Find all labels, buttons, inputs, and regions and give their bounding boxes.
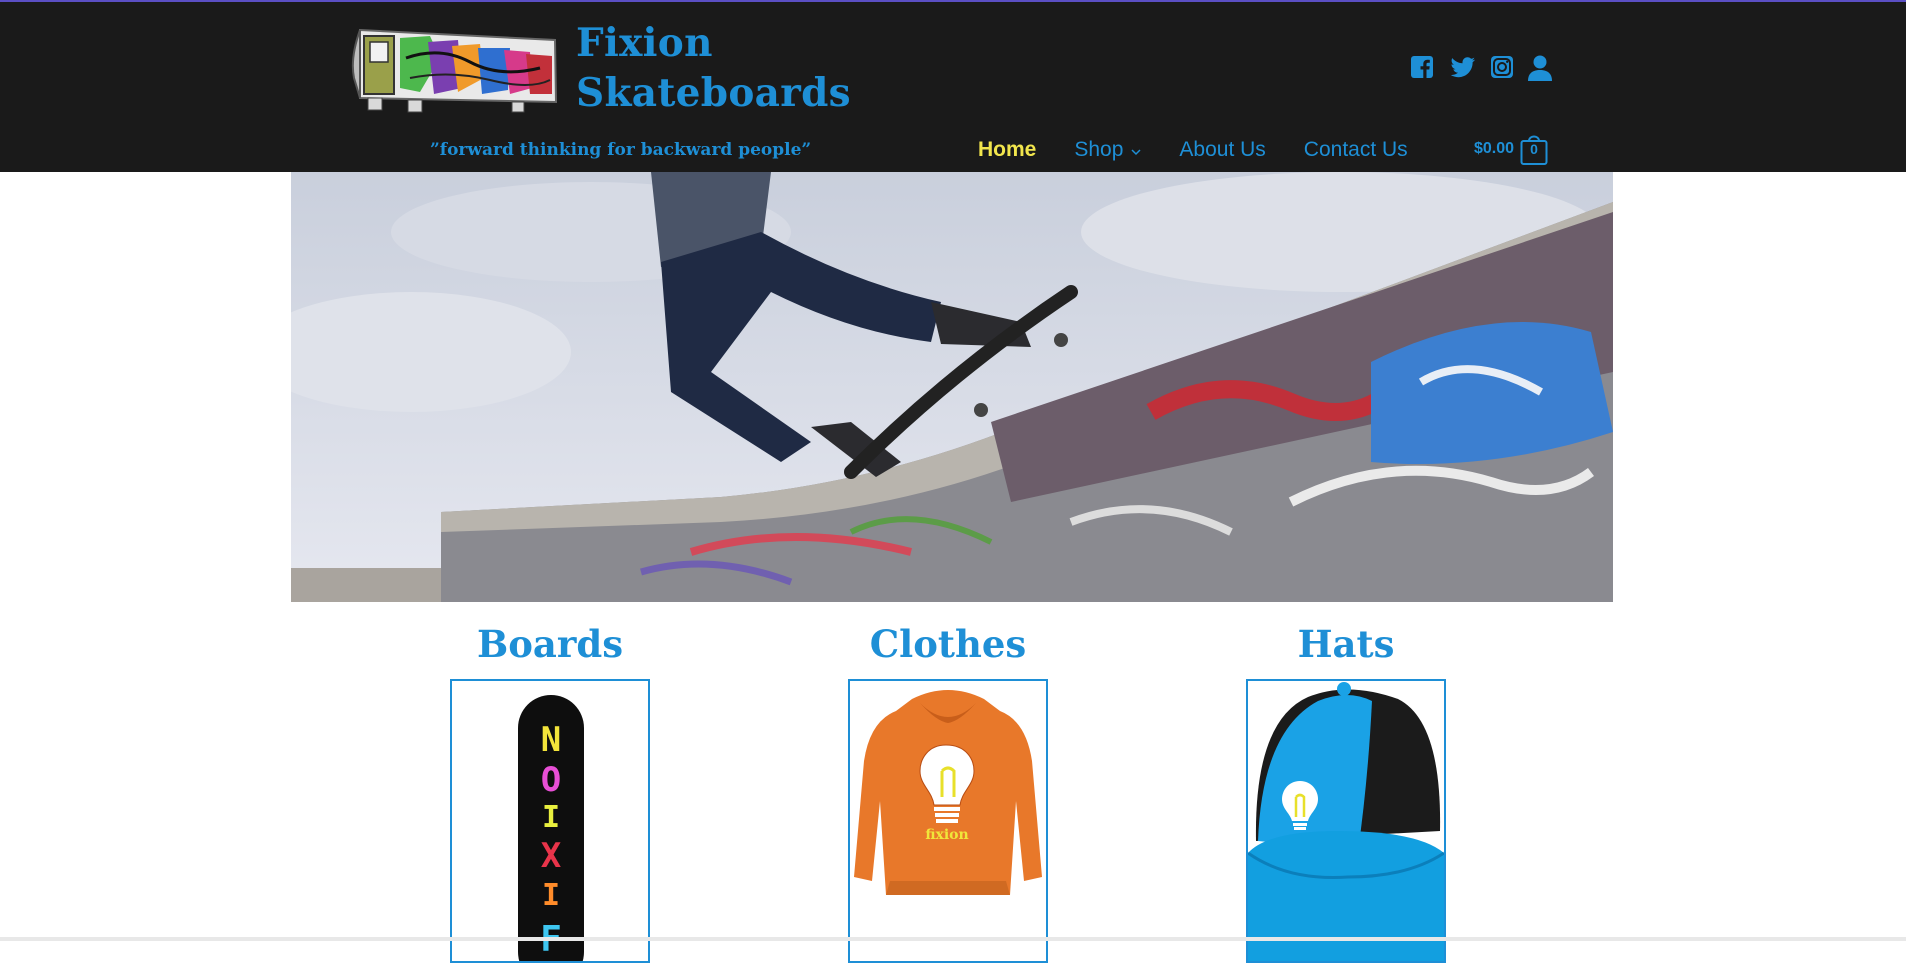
category-tile-clothes[interactable]: fixion [848, 679, 1048, 963]
account-link[interactable] [1527, 54, 1553, 82]
category-title[interactable]: Boards [450, 618, 650, 670]
skateboarder-photo [291, 172, 1613, 602]
skateboard-product-image: N O I X I F [452, 681, 648, 961]
category-clothes: Clothes fixion [848, 618, 1048, 963]
svg-text:O: O [541, 760, 561, 800]
site-tagline: ”forward thinking for backward people” [430, 140, 812, 160]
svg-text:I: I [542, 800, 560, 835]
facebook-icon [1411, 56, 1433, 78]
shopping-bag-icon: 0 [1520, 132, 1548, 166]
account-icon [1528, 55, 1552, 81]
twitter-icon [1450, 57, 1476, 78]
main-navigation: Home Shop About Us Contact Us [978, 138, 1446, 162]
instagram-icon [1491, 56, 1513, 78]
nav-item-label: About Us [1179, 138, 1266, 161]
nav-item-shop[interactable]: Shop [1074, 138, 1141, 162]
category-boards: Boards N O I X I F [450, 618, 650, 963]
bottom-scrollbar-track [0, 937, 1906, 941]
svg-text:I: I [542, 878, 560, 913]
hoodie-product-image: fixion [850, 681, 1046, 961]
nav-item-label: Contact Us [1303, 138, 1408, 161]
category-title[interactable]: Hats [1246, 618, 1446, 670]
cap-product-image [1248, 681, 1444, 961]
nav-item-contact-us[interactable]: Contact Us [1304, 138, 1408, 162]
category-tile-hats[interactable] [1246, 679, 1446, 963]
nav-item-label: Home [978, 138, 1037, 161]
social-links [1410, 55, 1516, 81]
cart-total: $0.00 [1474, 140, 1515, 157]
twitter-link[interactable] [1450, 55, 1476, 81]
instagram-link[interactable] [1490, 55, 1516, 81]
site-header: Fixion Skateboards ”forward thinking for… [0, 2, 1906, 172]
cart-count-badge: 0 [1530, 141, 1538, 157]
site-logo[interactable] [350, 18, 562, 114]
site-title[interactable]: Fixion Skateboards [576, 18, 851, 118]
site-title-line2: Skateboards [576, 70, 851, 116]
chevron-down-icon [1131, 138, 1141, 162]
facebook-link[interactable] [1410, 55, 1436, 81]
cart-button[interactable]: $0.00 0 [1474, 132, 1548, 166]
svg-text:X: X [541, 836, 562, 876]
category-title[interactable]: Clothes [848, 618, 1048, 670]
nav-item-about-us[interactable]: About Us [1179, 138, 1265, 162]
category-tile-boards[interactable]: N O I X I F [450, 679, 650, 963]
nav-item-home[interactable]: Home [978, 138, 1036, 162]
category-hats: Hats [1246, 618, 1446, 963]
svg-text:N: N [541, 720, 561, 760]
hoodie-logo-text: fixion [925, 827, 968, 843]
site-title-line1: Fixion [576, 20, 713, 66]
nav-item-label: Shop [1074, 138, 1124, 161]
train-logo-icon [351, 28, 558, 113]
hero-image [291, 172, 1613, 602]
